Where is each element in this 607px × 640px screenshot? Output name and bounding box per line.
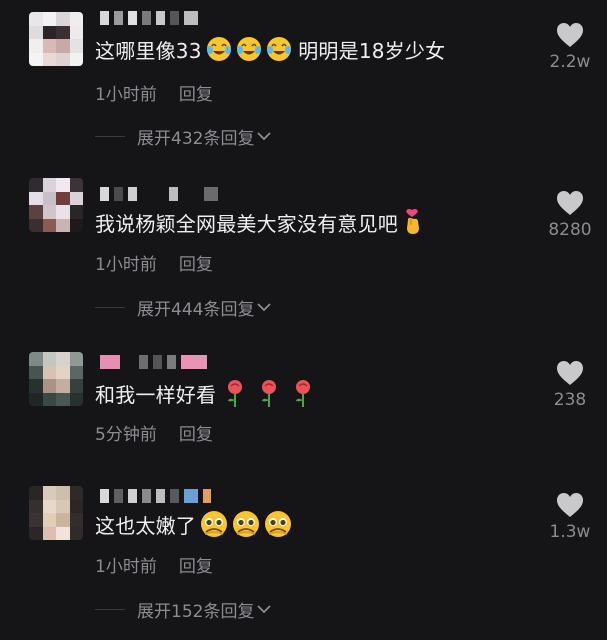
username-blurred[interactable] (100, 10, 198, 26)
username-blurred[interactable] (100, 488, 211, 504)
reply-button[interactable]: 回复 (179, 425, 213, 445)
crying-laughing-emoji (236, 36, 262, 69)
comment-text: 这哪里像33 明明是18岁少女 (95, 36, 445, 69)
expand-replies-label: 展开444条回复 (137, 300, 255, 320)
like-count: 2.2w (549, 52, 591, 72)
expand-replies-button[interactable]: 展开432条回复 (95, 124, 272, 149)
pleading-face-emoji (200, 510, 228, 545)
heart-icon (557, 361, 583, 385)
rose-emoji (292, 378, 314, 415)
reply-button[interactable]: 回复 (179, 255, 213, 275)
like-count: 8280 (548, 220, 592, 240)
comment-text: 这也太嫩了 (95, 510, 292, 545)
heart-icon (557, 191, 583, 215)
divider-line (95, 136, 125, 137)
comment-text: 和我一样好看 (95, 378, 314, 415)
comment-time: 1小时前 (95, 255, 157, 275)
username-blurred[interactable] (100, 354, 207, 370)
divider-line (95, 609, 125, 610)
username-blurred[interactable] (100, 186, 218, 202)
avatar[interactable] (29, 352, 83, 406)
like-button[interactable]: 8280 (540, 190, 600, 240)
chevron-down-icon (257, 602, 272, 618)
like-button[interactable]: 238 (540, 360, 600, 410)
comment-meta: 1小时前 回复 (95, 250, 213, 275)
rose-emoji (224, 378, 246, 415)
like-count: 238 (553, 390, 587, 410)
expand-replies-label: 展开152条回复 (137, 602, 255, 622)
crying-laughing-emoji (266, 36, 292, 69)
comment-meta: 5分钟前 回复 (95, 420, 213, 445)
comment-time: 1小时前 (95, 85, 157, 105)
comment-text: 我说杨颖全网最美大家没有意见吧 (95, 208, 424, 243)
avatar[interactable] (29, 178, 83, 232)
like-button[interactable]: 2.2w (540, 22, 600, 72)
expand-replies-button[interactable]: 展开152条回复 (95, 597, 272, 622)
expand-replies-button[interactable]: 展开444条回复 (95, 295, 272, 320)
comment-time: 1小时前 (95, 557, 157, 577)
pleading-face-emoji (264, 510, 292, 545)
like-count: 1.3w (549, 522, 591, 542)
comment-meta: 1小时前 回复 (95, 80, 213, 105)
finger-heart-emoji (402, 208, 424, 243)
expand-replies-label: 展开432条回复 (137, 129, 255, 149)
reply-button[interactable]: 回复 (179, 557, 213, 577)
rose-emoji (258, 378, 280, 415)
heart-icon (557, 23, 583, 47)
avatar[interactable] (29, 12, 83, 66)
heart-icon (557, 493, 583, 517)
avatar[interactable] (29, 486, 83, 540)
like-button[interactable]: 1.3w (540, 492, 600, 542)
divider-line (95, 307, 125, 308)
reply-button[interactable]: 回复 (179, 85, 213, 105)
comment-time: 5分钟前 (95, 425, 157, 445)
pleading-face-emoji (232, 510, 260, 545)
chevron-down-icon (257, 129, 272, 145)
comment-meta: 1小时前 回复 (95, 552, 213, 577)
chevron-down-icon (257, 300, 272, 316)
comment-list: { "comments": [ { "text": "这哪里像33", "tex… (0, 0, 607, 640)
crying-laughing-emoji (206, 36, 232, 69)
